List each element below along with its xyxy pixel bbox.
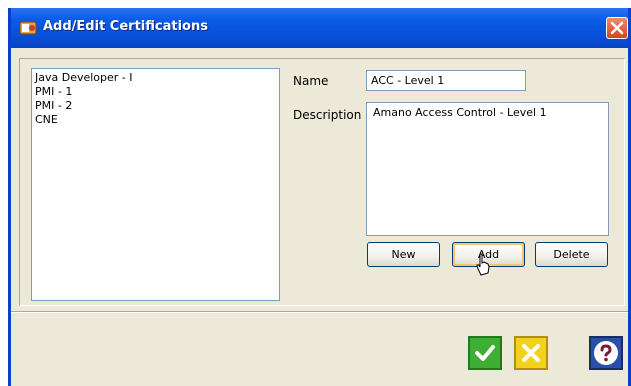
question-mark-icon: [594, 341, 618, 365]
name-field[interactable]: [366, 70, 526, 91]
list-item[interactable]: CNE: [34, 113, 279, 127]
add-button[interactable]: Add: [452, 242, 525, 267]
ok-button[interactable]: [468, 336, 502, 370]
close-button[interactable]: [606, 17, 628, 39]
list-item[interactable]: PMI - 1: [34, 85, 279, 99]
help-button[interactable]: [589, 336, 623, 370]
delete-button[interactable]: Delete: [535, 242, 608, 267]
list-item[interactable]: PMI - 2: [34, 99, 279, 113]
title-bar[interactable]: Add/Edit Certifications: [11, 8, 628, 48]
certification-app-icon: [19, 21, 37, 35]
certification-list[interactable]: Java Developer - I PMI - 1 PMI - 2 CNE: [31, 68, 280, 301]
name-label: Name: [293, 74, 329, 88]
certifications-dialog: Add/Edit Certifications Java Developer -…: [8, 8, 631, 386]
footer-separator: [11, 311, 628, 313]
new-button[interactable]: New: [367, 242, 440, 267]
cancel-button[interactable]: [514, 336, 548, 370]
window-title: Add/Edit Certifications: [43, 19, 208, 34]
close-icon: [610, 21, 624, 35]
checkmark-icon: [475, 345, 495, 361]
description-label: Description: [293, 108, 362, 122]
description-field[interactable]: Amano Access Control - Level 1: [366, 102, 609, 236]
x-icon: [522, 344, 540, 362]
list-item[interactable]: Java Developer - I: [34, 71, 279, 85]
